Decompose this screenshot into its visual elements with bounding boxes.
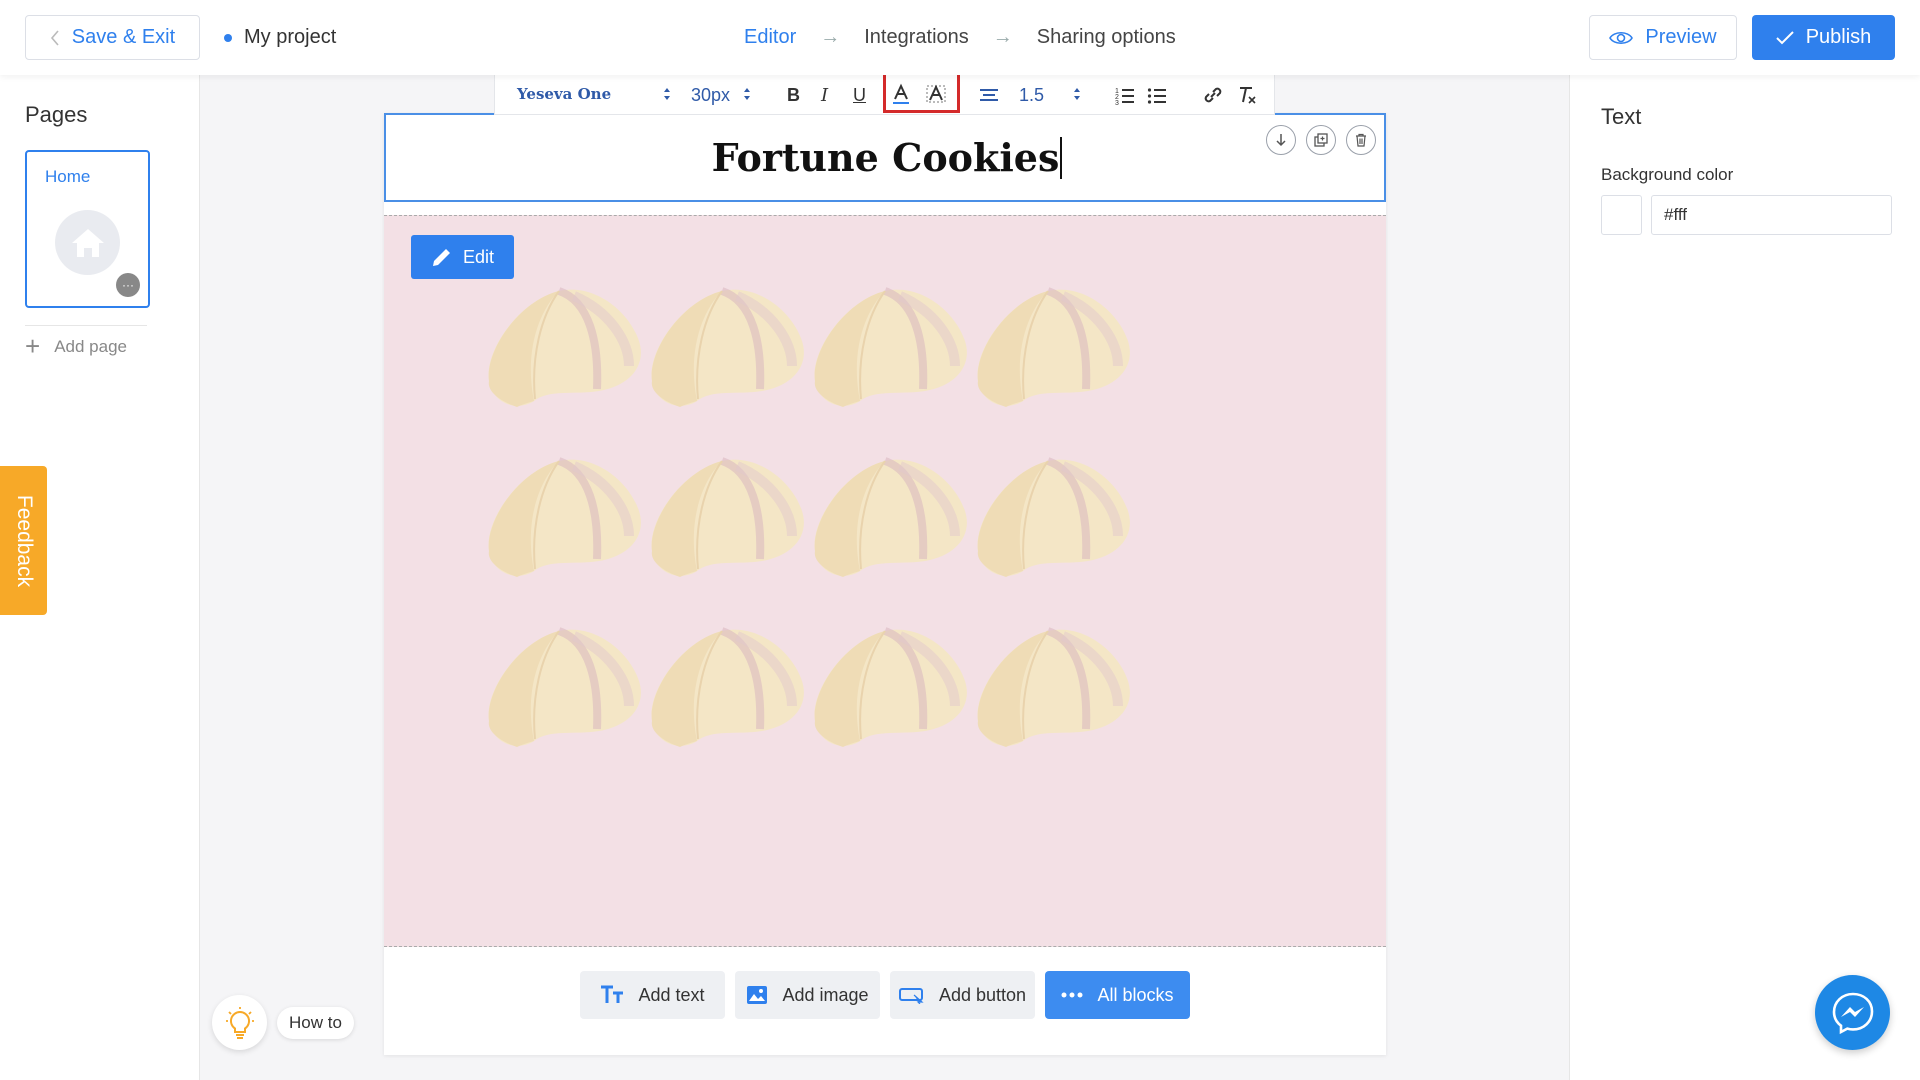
svg-text:3: 3 [1115, 100, 1119, 107]
divider [25, 325, 147, 326]
more-icon [1061, 992, 1083, 998]
italic-button[interactable]: I [821, 83, 828, 107]
link-icon[interactable] [1203, 83, 1223, 107]
fortune-cookie-image [651, 627, 804, 747]
messenger-chat-icon[interactable] [1815, 975, 1890, 1050]
bullet-list-icon[interactable] [1147, 83, 1167, 107]
line-height-select[interactable]: 1.5 [1019, 83, 1044, 107]
ordered-list-icon[interactable]: 123 [1115, 83, 1135, 107]
plus-icon: + [25, 331, 41, 361]
add-page-label: Add page [54, 336, 127, 356]
delete-icon[interactable] [1346, 125, 1376, 155]
add-image-button[interactable]: Add image [735, 971, 880, 1019]
image-icon [747, 986, 768, 1004]
fortune-cookie-image [651, 287, 804, 407]
how-to-widget[interactable]: How to [212, 995, 354, 1050]
bold-button[interactable]: B [787, 83, 800, 107]
fortune-cookie-image [814, 287, 967, 407]
edit-label: Edit [462, 246, 495, 267]
page-name: Home [45, 167, 91, 186]
publish-label: Publish [1805, 26, 1872, 48]
fortune-cookie-image [488, 457, 641, 577]
home-icon [55, 210, 120, 275]
check-icon [1775, 30, 1794, 44]
save-exit-button[interactable]: Save & Exit [25, 15, 200, 60]
add-text-button[interactable]: Add text [580, 971, 725, 1019]
duplicate-icon[interactable] [1306, 125, 1336, 155]
background-color-label: Background color [1601, 165, 1734, 184]
font-family-select[interactable]: Yeseva One [517, 85, 611, 103]
feedback-tab[interactable]: Feedback [0, 466, 47, 615]
arrow-right-icon: → [992, 26, 1013, 48]
add-button-button[interactable]: Add button [890, 971, 1035, 1019]
sort-arrows-icon[interactable] [1073, 86, 1081, 102]
fortune-cookie-image [651, 457, 804, 577]
sort-arrows-icon[interactable] [663, 86, 671, 102]
chevron-left-icon [50, 29, 59, 46]
fortune-cookie-image [977, 457, 1130, 577]
background-color-input[interactable]: #fff [1651, 195, 1892, 235]
add-text-label: Add text [638, 984, 705, 1005]
top-bar: Save & Exit My project Editor → Integrat… [0, 0, 1920, 75]
image-block[interactable]: Edit [384, 215, 1386, 947]
pencil-icon [432, 249, 450, 266]
step-navigation: Editor → Integrations → Sharing options [744, 26, 1176, 49]
editor-canvas: Fortune Cookies Edit [384, 113, 1386, 1055]
fortune-cookie-image [814, 457, 967, 577]
properties-panel: Text Background color #fff [1569, 75, 1920, 1080]
how-to-label[interactable]: How to [277, 1006, 354, 1039]
lightbulb-icon[interactable] [212, 995, 267, 1050]
text-cursor [1060, 137, 1063, 179]
fortune-cookie-image [814, 627, 967, 747]
fortune-cookie-image [488, 627, 641, 747]
properties-title: Text [1601, 104, 1642, 129]
block-actions [1266, 125, 1376, 155]
title-text-content: Fortune Cookies [711, 135, 1060, 180]
publish-button[interactable]: Publish [1752, 15, 1895, 60]
feedback-label: Feedback [12, 494, 36, 587]
add-block-bar [384, 959, 1386, 1055]
preview-button[interactable]: Preview [1589, 15, 1737, 60]
fortune-cookie-image [488, 287, 641, 407]
save-exit-label: Save & Exit [71, 26, 176, 48]
preview-label: Preview [1645, 26, 1717, 48]
move-down-icon[interactable] [1266, 125, 1296, 155]
project-name[interactable]: My project [224, 26, 336, 49]
eye-icon [1609, 31, 1634, 44]
add-image-label: Add image [782, 984, 869, 1005]
all-blocks-label: All blocks [1097, 984, 1174, 1005]
button-icon [898, 988, 924, 1004]
color-swatch[interactable] [1601, 195, 1642, 235]
project-dot-icon [224, 33, 232, 42]
step-editor[interactable]: Editor [744, 26, 796, 49]
pages-title: Pages [25, 102, 88, 127]
step-sharing-options[interactable]: Sharing options [1037, 26, 1176, 49]
arrow-right-icon: → [820, 26, 841, 48]
font-size-select[interactable]: 30px [691, 83, 730, 107]
underline-button[interactable]: U [853, 83, 866, 107]
fortune-cookie-image [977, 627, 1130, 747]
page-card-home[interactable]: Home ··· [25, 150, 150, 308]
fortune-cookie-image [977, 287, 1130, 407]
add-page-button[interactable]: + Add page [25, 331, 127, 362]
page-more-icon[interactable]: ··· [116, 273, 140, 297]
sort-arrows-icon[interactable] [743, 86, 751, 102]
title-text-block[interactable]: Fortune Cookies [384, 113, 1386, 202]
step-integrations[interactable]: Integrations [864, 26, 969, 49]
clear-format-icon[interactable] [1237, 83, 1257, 107]
align-center-icon[interactable] [979, 83, 999, 107]
add-button-label: Add button [938, 984, 1027, 1005]
project-name-label: My project [244, 26, 337, 48]
title-text[interactable]: Fortune Cookies [386, 135, 1388, 180]
all-blocks-button[interactable]: All blocks [1045, 971, 1190, 1019]
text-icon [601, 985, 624, 1003]
text-toolbar: Yeseva One 30px B I U 1.5 123 [494, 67, 1275, 115]
